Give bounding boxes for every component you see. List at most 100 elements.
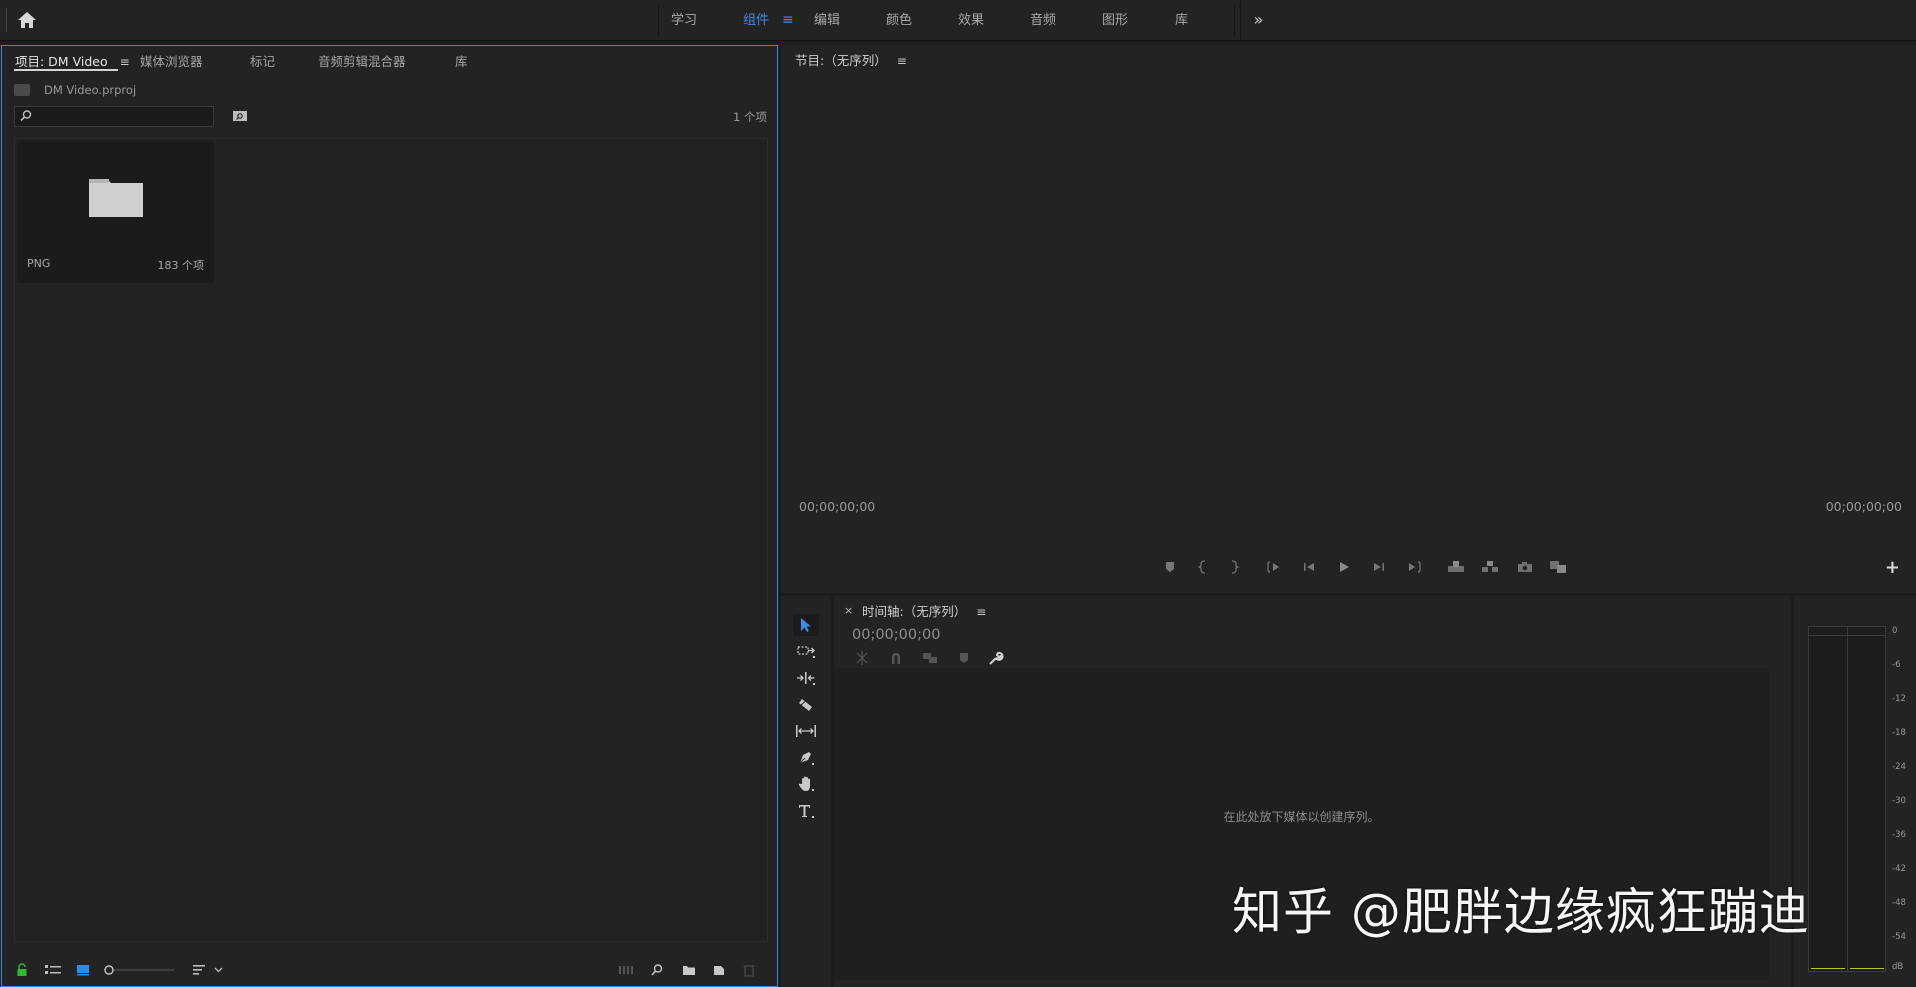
track-select-tool[interactable] [793, 640, 819, 662]
tab-audio-clip-mixer[interactable]: 音频剪辑混合器 [318, 51, 406, 70]
marker-icon [1166, 562, 1174, 572]
slip-tool[interactable] [793, 720, 819, 742]
go-to-in-icon [1267, 561, 1279, 573]
audio-meter-bars[interactable] [1808, 626, 1886, 972]
tab-media-browser[interactable]: 媒体浏览器 [140, 51, 203, 70]
transport-controls-row [1161, 559, 1761, 577]
type-tool[interactable] [793, 800, 819, 822]
workspace-tab-graphics[interactable]: 图形 [1102, 0, 1128, 41]
duration-timecode: 00;00;00;00 [1825, 499, 1902, 514]
more-workspaces-button[interactable]: » [1240, 0, 1276, 41]
new-item-button[interactable] [712, 962, 726, 978]
audio-meter-panel: 0 -6 -12 -18 -24 -30 -36 -42 -48 -54 dB [1794, 596, 1916, 987]
panel-menu-icon[interactable]: ≡ [120, 55, 130, 69]
project-bin-grid[interactable]: PNG 183 个项 [14, 138, 768, 942]
mark-out-button[interactable] [1225, 559, 1243, 575]
razor-tool[interactable] [793, 694, 819, 716]
meter-tick: -6 [1892, 660, 1901, 670]
meter-tick: 0 [1892, 626, 1898, 636]
tab-libraries[interactable]: 库 [455, 51, 468, 70]
workspace-tab-color[interactable]: 颜色 [886, 0, 912, 41]
comparison-view-button[interactable] [1549, 559, 1567, 575]
go-to-in-button[interactable] [1265, 559, 1283, 575]
program-viewer[interactable] [781, 71, 1916, 533]
active-tab-indicator [14, 69, 118, 71]
list-view-button[interactable] [44, 962, 62, 978]
tools-panel [781, 596, 831, 987]
button-editor-add[interactable]: + [1885, 557, 1900, 578]
export-frame-button[interactable] [1516, 559, 1534, 575]
icon-view-button[interactable] [76, 962, 90, 978]
marker-icon [960, 653, 968, 663]
meter-level-right [1850, 968, 1884, 969]
workspace-tab-libraries[interactable]: 库 [1175, 0, 1188, 41]
selection-tool[interactable] [793, 614, 819, 636]
find-button[interactable] [650, 962, 664, 978]
hand-tool[interactable] [793, 773, 819, 795]
home-icon [18, 12, 36, 28]
panel-menu-icon[interactable]: ≡ [976, 605, 986, 619]
program-monitor-tab[interactable]: 节目:（无序列） ≡ [795, 50, 907, 69]
play-button[interactable] [1335, 559, 1353, 575]
ripple-edit-tool[interactable] [793, 667, 819, 689]
zoom-slider-track [104, 965, 174, 975]
workspace-tab-effects[interactable]: 效果 [958, 0, 984, 41]
workspace-tab-audio[interactable]: 音频 [1030, 0, 1056, 41]
close-timeline-button[interactable]: × [844, 604, 853, 617]
nest-toggle-button[interactable] [854, 650, 870, 666]
lift-icon [1448, 561, 1464, 572]
tab-project-label: 项目: DM Video [15, 54, 108, 69]
meter-tick: -42 [1892, 864, 1906, 874]
timeline-title: 时间轴:（无序列） [862, 604, 967, 619]
zoom-slider[interactable] [104, 962, 174, 978]
new-search-bin-button[interactable] [232, 108, 248, 122]
icon-view-icon [77, 965, 89, 976]
tab-project[interactable]: 项目: DM Video ≡ [15, 51, 130, 70]
divider [658, 6, 659, 36]
workspace-tab-assembly[interactable]: 组件 [743, 0, 769, 41]
lock-button[interactable] [16, 962, 28, 978]
tab-markers[interactable]: 标记 [250, 51, 275, 70]
timeline-tab[interactable]: 时间轴:（无序列） ≡ [862, 601, 986, 620]
add-marker-button[interactable] [956, 650, 972, 666]
add-marker-button[interactable] [1161, 559, 1179, 575]
search-input[interactable] [35, 107, 211, 126]
home-button[interactable] [16, 10, 38, 30]
linked-selection-button[interactable] [922, 650, 938, 666]
clear-button[interactable] [742, 962, 756, 978]
workspace-tab-learn[interactable]: 学习 [671, 0, 697, 41]
workspace-tab-editing[interactable]: 编辑 [814, 0, 840, 41]
sort-icons-button[interactable] [192, 962, 226, 978]
step-back-button[interactable] [1300, 559, 1318, 575]
bin-item-count: 183 个项 [157, 259, 205, 272]
project-file-icon [14, 84, 30, 96]
program-monitor-panel: 节目:（无序列） ≡ 00;00;00;00 00;00;00;00 + [781, 45, 1916, 593]
meter-unit-label: dB [1892, 962, 1904, 972]
snap-button[interactable] [888, 650, 904, 666]
step-forward-button[interactable] [1370, 559, 1388, 575]
bin-name: PNG [27, 257, 51, 270]
panel-menu-icon[interactable]: ≡ [897, 54, 907, 68]
go-to-out-button[interactable] [1405, 559, 1423, 575]
lift-button[interactable] [1447, 559, 1465, 575]
play-icon [1340, 562, 1349, 572]
timeline-settings-button[interactable] [988, 650, 1004, 666]
automate-to-sequence-button[interactable] [618, 962, 634, 978]
step-back-icon [1304, 563, 1314, 571]
new-bin-button[interactable] [682, 962, 696, 978]
divider [1234, 6, 1235, 36]
extract-button[interactable] [1481, 559, 1499, 575]
playhead-timecode[interactable]: 00;00;00;00 [799, 499, 875, 514]
workspace-menu-icon[interactable]: ≡ [782, 12, 794, 28]
mark-in-button[interactable] [1194, 559, 1212, 575]
timeline-timecode[interactable]: 00;00;00;00 [852, 627, 940, 643]
list-view-icon [45, 965, 61, 974]
pen-tool[interactable] [793, 747, 819, 769]
project-search-field[interactable] [14, 106, 214, 127]
bin-item[interactable]: PNG 183 个项 [17, 141, 214, 283]
nest-icon [856, 651, 868, 665]
hand-icon [798, 776, 814, 791]
extract-icon [1482, 561, 1498, 572]
meter-tick: -54 [1892, 932, 1906, 942]
type-icon [799, 805, 814, 818]
